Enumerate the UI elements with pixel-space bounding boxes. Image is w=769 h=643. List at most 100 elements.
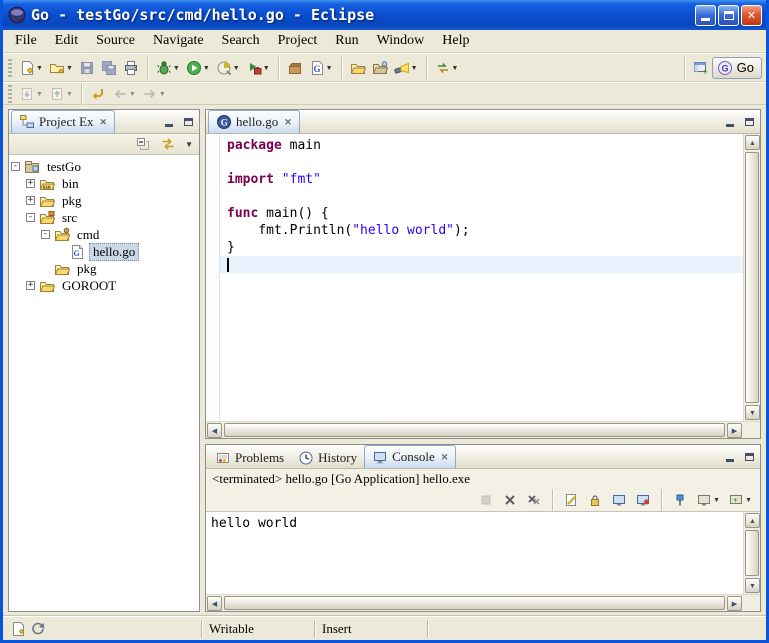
new-folder-button[interactable]: ▼	[46, 56, 76, 80]
tree-item-bin[interactable]: +010bin	[11, 175, 199, 192]
collapse-icon[interactable]: -	[26, 213, 35, 222]
maximize-button[interactable]	[718, 5, 739, 26]
code-line[interactable]: import "fmt"	[220, 171, 743, 188]
tree-item-pkg[interactable]: +pkg	[11, 192, 199, 209]
collapse-all-button[interactable]	[132, 135, 154, 154]
tree-item-testgo[interactable]: -testGo	[11, 158, 199, 175]
back-button[interactable]: ▼	[109, 84, 139, 104]
minimize-button[interactable]	[695, 5, 716, 26]
menu-source[interactable]: Source	[87, 31, 144, 51]
tree-item-cmd[interactable]: -cmd	[11, 226, 199, 243]
scroll-down-icon[interactable]: ▼	[745, 578, 760, 593]
code-line[interactable]	[220, 256, 743, 273]
display-selected-console-button[interactable]: ▼	[693, 490, 723, 511]
debug-button[interactable]: ▼	[153, 56, 183, 80]
expand-icon[interactable]: +	[26, 179, 35, 188]
new-go-package-button[interactable]	[284, 56, 306, 80]
code-line[interactable]: package main	[220, 137, 743, 154]
view-menu-icon[interactable]: ▼	[182, 140, 196, 149]
save-all-button[interactable]	[98, 56, 120, 80]
scroll-right-icon[interactable]: ▶	[727, 423, 742, 438]
close-button[interactable]: ✕	[741, 5, 762, 26]
open-perspective-button[interactable]: +	[690, 56, 712, 80]
tab-problems[interactable]: Problems	[208, 447, 291, 468]
tree-item-pkg[interactable]: pkg	[11, 260, 199, 277]
scroll-up-icon[interactable]: ▲	[745, 513, 760, 528]
scroll-left-icon[interactable]: ◀	[207, 423, 222, 438]
scrollbar-thumb[interactable]	[745, 152, 759, 403]
console-horizontal-scrollbar[interactable]: ◀ ▶	[206, 594, 760, 611]
pin-console-button[interactable]	[669, 490, 691, 511]
team-sync-button[interactable]: ▼	[432, 56, 462, 80]
scroll-right-icon[interactable]: ▶	[727, 596, 742, 611]
menu-run[interactable]: Run	[326, 31, 367, 51]
tab-history[interactable]: History	[291, 447, 364, 468]
save-button[interactable]	[76, 56, 98, 80]
toolbar-grip[interactable]	[8, 59, 12, 77]
last-edit-location-button[interactable]	[87, 84, 109, 104]
perspective-go-button[interactable]: G Go	[712, 57, 762, 79]
collapse-icon[interactable]: -	[11, 162, 20, 171]
terminate-button[interactable]	[475, 490, 497, 511]
scroll-down-icon[interactable]: ▼	[745, 405, 760, 420]
close-tab-icon[interactable]: ✕	[284, 117, 292, 128]
menu-help[interactable]: Help	[433, 31, 478, 51]
new-wizard-button[interactable]: ▼	[16, 56, 46, 80]
clear-console-button[interactable]	[560, 490, 582, 511]
menu-file[interactable]: File	[6, 31, 46, 51]
scroll-left-icon[interactable]: ◀	[207, 596, 222, 611]
maximize-view-button[interactable]	[179, 114, 197, 130]
menu-navigate[interactable]: Navigate	[144, 31, 213, 51]
minimize-view-button[interactable]	[721, 114, 739, 130]
show-stderr-button[interactable]	[632, 490, 654, 511]
scrollbar-thumb[interactable]	[224, 423, 725, 437]
scrollbar-thumb[interactable]	[224, 596, 725, 610]
link-with-editor-button[interactable]	[157, 135, 179, 154]
console-vertical-scrollbar[interactable]: ▲ ▼	[743, 512, 760, 594]
tab-project-explorer[interactable]: Project Ex ✕	[11, 110, 115, 133]
expand-icon[interactable]: +	[26, 281, 35, 290]
scroll-lock-button[interactable]	[584, 490, 606, 511]
titlebar[interactable]: Go - testGo/src/cmd/hello.go - Eclipse ✕	[3, 0, 766, 30]
minimize-view-button[interactable]	[721, 449, 739, 465]
tab-hello-go[interactable]: G hello.go ✕	[208, 110, 300, 133]
code-line[interactable]	[220, 154, 743, 171]
tree-item-goroot[interactable]: +GOROOT	[11, 277, 199, 294]
previous-annotation-button[interactable]: ▼	[46, 84, 76, 104]
print-button[interactable]	[120, 56, 142, 80]
open-resource-button[interactable]	[347, 56, 369, 80]
maximize-view-button[interactable]	[740, 449, 758, 465]
new-go-element-button[interactable]: G▼	[306, 56, 336, 80]
maximize-view-button[interactable]	[740, 114, 758, 130]
console-output[interactable]: hello world	[206, 512, 743, 594]
toolbar-grip[interactable]	[8, 85, 12, 103]
external-tools-button[interactable]: ▼	[243, 56, 273, 80]
tree-item-src[interactable]: -src	[11, 209, 199, 226]
scrollbar-thumb[interactable]	[745, 530, 759, 576]
statusbar-icon-1[interactable]	[10, 621, 26, 637]
editor-horizontal-scrollbar[interactable]: ◀ ▶	[206, 421, 760, 438]
show-stdout-button[interactable]	[608, 490, 630, 511]
statusbar-icon-2[interactable]	[29, 621, 45, 637]
minimize-view-button[interactable]	[160, 114, 178, 130]
code-area[interactable]: package main import "fmt" func main() { fm…	[220, 134, 743, 421]
menu-edit[interactable]: Edit	[46, 31, 87, 51]
code-line[interactable]: func main() {	[220, 205, 743, 222]
menu-project[interactable]: Project	[269, 31, 327, 51]
forward-button[interactable]: ▼	[139, 84, 169, 104]
code-line[interactable]: fmt.Println("hello world");	[220, 222, 743, 239]
coverage-button[interactable]: ▼	[213, 56, 243, 80]
tab-console[interactable]: Console✕	[364, 445, 456, 468]
close-tab-icon[interactable]: ✕	[441, 452, 449, 463]
remove-all-launches-button[interactable]	[523, 490, 545, 511]
remove-launch-button[interactable]	[499, 490, 521, 511]
menu-window[interactable]: Window	[368, 31, 434, 51]
next-annotation-button[interactable]: ▼	[16, 84, 46, 104]
tree-item-hello-go[interactable]: Ghello.go	[11, 243, 199, 260]
code-line[interactable]	[220, 188, 743, 205]
search-button[interactable]: ▼	[391, 56, 421, 80]
open-console-button[interactable]: +▼	[725, 490, 755, 511]
run-button[interactable]: ▼	[183, 56, 213, 80]
code-line[interactable]: }	[220, 239, 743, 256]
close-tab-icon[interactable]: ✕	[100, 117, 108, 128]
